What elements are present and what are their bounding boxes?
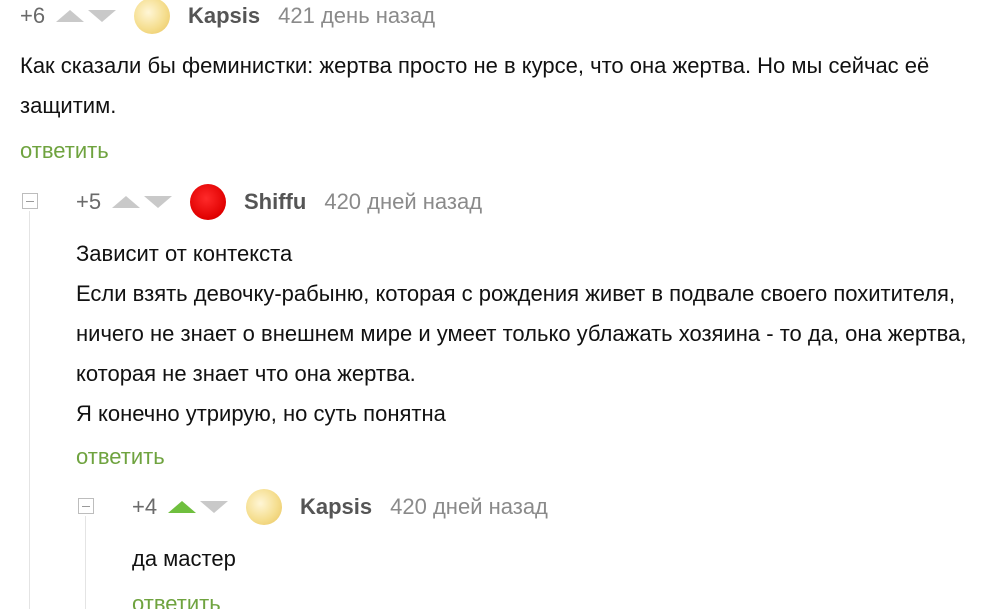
avatar[interactable]	[190, 184, 226, 220]
comment-time[interactable]: 421 день назад	[278, 3, 435, 29]
comment-text: да мастер	[132, 546, 236, 571]
comment-body: да мастер	[76, 539, 976, 579]
vote-controls	[168, 501, 228, 513]
reply-link[interactable]: ответить	[20, 136, 980, 166]
reply-link[interactable]: ответить	[20, 442, 980, 472]
comment: +5 Shiffu 420 дней назад Зависит от конт…	[20, 184, 980, 472]
comment-time[interactable]: 420 дней назад	[324, 189, 482, 215]
upvote-icon[interactable]	[168, 501, 196, 513]
comment-body: Зависит от контекста Если взять девочку-…	[20, 234, 980, 434]
comment-header: +5 Shiffu 420 дней назад	[20, 184, 980, 220]
comment-body: Как сказали бы феминистки: жертва просто…	[20, 46, 980, 126]
comment: +6 Kapsis 421 день назад Как сказали бы …	[20, 0, 980, 166]
avatar[interactable]	[134, 0, 170, 34]
comment-text: Зависит от контекста	[76, 241, 293, 266]
username[interactable]: Shiffu	[244, 189, 306, 215]
comment-rating: +5	[76, 189, 102, 214]
upvote-icon[interactable]	[112, 196, 140, 208]
comment-time[interactable]: 420 дней назад	[390, 494, 548, 520]
comment: +4 Kapsis 420 дней назад да мастер ответ…	[76, 489, 976, 609]
comment-rating: +4	[132, 494, 158, 519]
comment-header: +4 Kapsis 420 дней назад	[76, 489, 976, 525]
upvote-icon[interactable]	[56, 10, 84, 22]
avatar[interactable]	[246, 489, 282, 525]
vote-controls	[56, 10, 116, 22]
downvote-icon[interactable]	[88, 10, 116, 22]
comment-text: Если взять девочку-рабыню, которая с рож…	[76, 281, 967, 386]
comment-thread: +6 Kapsis 421 день назад Как сказали бы …	[0, 0, 988, 609]
username[interactable]: Kapsis	[300, 494, 372, 520]
downvote-icon[interactable]	[200, 501, 228, 513]
reply-link[interactable]: ответить	[76, 589, 976, 609]
comment-header: +6 Kapsis 421 день назад	[20, 0, 980, 34]
comment-text: Как сказали бы феминистки: жертва просто…	[20, 53, 930, 118]
vote-controls	[112, 196, 172, 208]
downvote-icon[interactable]	[144, 196, 172, 208]
username[interactable]: Kapsis	[188, 3, 260, 29]
comment-text: Я конечно утрирую, но суть понятна	[76, 401, 446, 426]
comment-rating: +6	[20, 3, 46, 28]
